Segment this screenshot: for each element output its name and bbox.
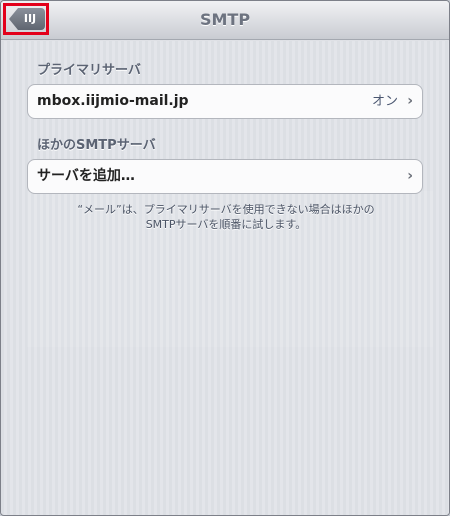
footnote-line-2: SMTPサーバを順番に試します。 <box>145 218 307 231</box>
other-smtp-header: ほかのSMTPサーバ <box>37 138 156 153</box>
primary-server-name: mbox.iijmio-mail.jp <box>37 93 189 109</box>
back-button-highlight <box>3 3 49 35</box>
smtp-settings-panel: SMTP IIJ プライマリサーバ mbox.iijmio-mail.jp オン… <box>0 0 450 516</box>
add-server-cell[interactable]: サーバを追加… › <box>27 159 423 194</box>
chevron-right-icon: › <box>407 168 413 184</box>
smtp-footnote: “メール”は、プライマリサーバを使用できない場合はほかの SMTPサーバを順番に… <box>41 202 411 232</box>
primary-server-cell[interactable]: mbox.iijmio-mail.jp オン › <box>27 84 423 119</box>
chevron-right-icon: › <box>407 93 413 109</box>
navigation-bar: SMTP IIJ <box>1 1 449 40</box>
add-server-label: サーバを追加… <box>37 168 135 184</box>
primary-server-status: オン <box>371 94 398 109</box>
page-title: SMTP <box>199 10 251 29</box>
footnote-line-1: “メール”は、プライマリサーバを使用できない場合はほかの <box>77 203 375 216</box>
primary-server-header: プライマリサーバ <box>37 63 141 78</box>
